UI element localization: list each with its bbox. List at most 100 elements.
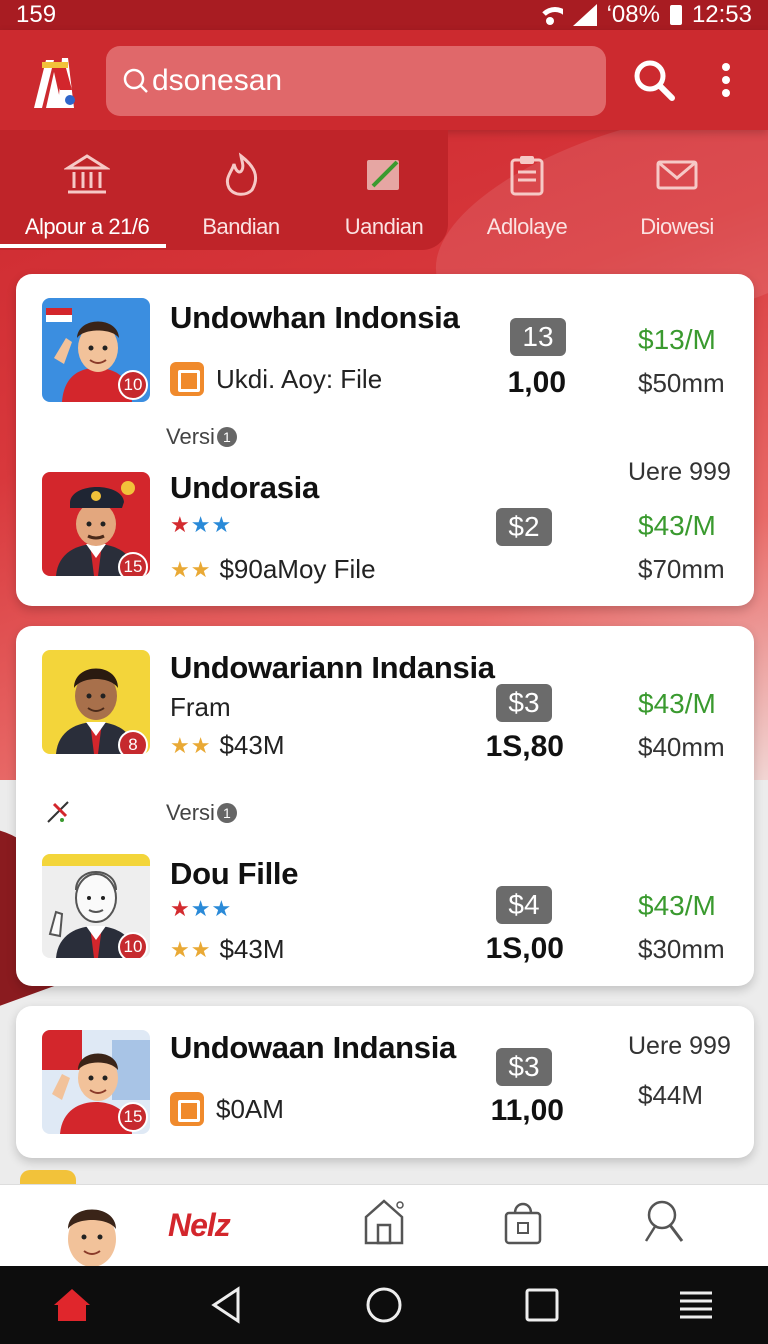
avatar-badge: 15 xyxy=(118,1102,148,1132)
recents-icon[interactable] xyxy=(522,1285,562,1325)
tab-uandian[interactable]: Uandian xyxy=(307,130,461,250)
star-rating: ★★★ xyxy=(170,896,233,921)
count-pill: $3 xyxy=(496,684,552,722)
home-icon[interactable] xyxy=(362,1197,406,1247)
subtitle-text: Ukdi. Aoy: File xyxy=(216,363,383,394)
count-pill: $2 xyxy=(496,508,552,546)
battery-icon xyxy=(669,5,682,25)
app-bar: dsonesan xyxy=(0,30,768,130)
app-subtitle: ★★ $90aMoy File xyxy=(170,554,376,585)
profile-avatar[interactable] xyxy=(62,1199,122,1267)
star-rating-gold: ★★ xyxy=(170,936,212,962)
price-green: $43/M xyxy=(638,688,716,719)
rating-stars: ★★★ xyxy=(170,512,240,538)
star-rating-gold: ★★ xyxy=(170,556,212,582)
active-tab-indicator xyxy=(0,244,166,248)
avatar: 15 xyxy=(42,472,150,576)
edit-icon xyxy=(367,160,399,190)
status-indicators: ‘08% 12:53 xyxy=(536,1,752,29)
price-gray: $40mm xyxy=(638,732,725,762)
app-subtitle: ★★ $43M xyxy=(170,730,285,761)
shopping-bag-icon[interactable] xyxy=(502,1197,544,1247)
flame-icon xyxy=(225,152,257,196)
list-item[interactable]: 15 Undowaan Indansia $0AM $3 11,00 Uere … xyxy=(16,1030,754,1140)
tab-diowesi[interactable]: Diowesi xyxy=(600,130,754,250)
price-gray: $70mm xyxy=(638,554,725,584)
system-nav-bar xyxy=(0,1266,768,1344)
file-icon xyxy=(170,1092,204,1126)
tab-label: Uandian xyxy=(344,214,424,239)
value-text: 1,00 xyxy=(507,366,566,399)
tab-alpoura[interactable]: Alpour a 21/6 xyxy=(10,130,164,250)
clipboard-icon xyxy=(510,156,544,196)
list-item[interactable]: 8 Undowariann Indansia Fram ★★ $43M $3 1… xyxy=(16,650,754,763)
home-icon[interactable] xyxy=(52,1285,92,1325)
list-item[interactable]: 15 Undorasia ★★★ ★★ $90aMoy File $2 Uere… xyxy=(16,458,754,586)
subtitle-text: $90aMoy File xyxy=(219,554,376,584)
search-input[interactable]: dsonesan xyxy=(106,46,606,116)
search-field-icon xyxy=(123,68,148,93)
app-card[interactable]: 10 Undowhan Indonsia Ukdi. Aoy: File 13 … xyxy=(16,274,754,606)
count-pill: 13 xyxy=(510,318,566,356)
app-title[interactable]: Undowariann Indansia xyxy=(170,650,495,686)
status-bar: 159 ‘08% 12:53 xyxy=(0,0,768,30)
app-title[interactable]: Dou Fille xyxy=(170,856,298,892)
count-pill: $3 xyxy=(496,1048,552,1086)
app-logo-icon[interactable] xyxy=(28,50,80,110)
file-icon xyxy=(170,362,204,396)
avatar: 8 xyxy=(42,650,150,754)
version-label: Versi 1 xyxy=(166,424,237,450)
subtitle-text: $43M xyxy=(219,730,285,760)
app-subtitle: Ukdi. Aoy: File xyxy=(170,362,382,396)
version-text: Versi xyxy=(166,800,215,825)
rating-stars: ★★★ xyxy=(170,896,240,922)
version-text: Versi xyxy=(166,424,215,449)
app-title[interactable]: Undorasia xyxy=(170,470,319,506)
more-vert-icon[interactable] xyxy=(712,60,740,100)
bottom-nav: Nelz xyxy=(0,1184,768,1267)
tab-label: Bandian xyxy=(202,214,280,239)
app-subtitle: ★★ $43M xyxy=(170,934,285,965)
price-green: $43/M xyxy=(638,890,716,921)
list-item[interactable]: 10 Dou Fille ★★★ ★★ $43M $4 1S,00 $43/M … xyxy=(16,854,754,970)
pin-icon xyxy=(47,801,69,823)
menu-icon[interactable] xyxy=(676,1285,716,1325)
right-label: Uere 999 xyxy=(628,458,731,486)
avatar-badge: 15 xyxy=(118,552,148,576)
tab-label: Adlolaye xyxy=(486,214,568,239)
app-title[interactable]: Undowhan Indonsia xyxy=(170,300,460,336)
tab-adlolaye[interactable]: Adlolaye xyxy=(450,130,604,250)
circle-home-icon[interactable] xyxy=(364,1285,404,1325)
app-subtitle: $0AM xyxy=(170,1092,284,1126)
subtitle-text: $43M xyxy=(219,934,285,964)
price-gray: $30mm xyxy=(638,934,725,964)
star-rating: ★★★ xyxy=(170,512,233,537)
avatar-badge: 10 xyxy=(118,370,148,400)
app-title[interactable]: Undowaan Indansia xyxy=(170,1030,456,1066)
app-subtitle-top: Fram xyxy=(170,692,231,722)
app-card[interactable]: 15 Undowaan Indansia $0AM $3 11,00 Uere … xyxy=(16,1006,754,1158)
star-rating-gold: ★★ xyxy=(170,732,212,758)
count-pill: $4 xyxy=(496,886,552,924)
back-icon[interactable] xyxy=(208,1285,248,1325)
avatar: 15 xyxy=(42,1030,150,1134)
value-text: 1S,00 xyxy=(485,932,564,965)
avatar-badge: 10 xyxy=(118,932,148,958)
app-card[interactable]: 8 Undowariann Indansia Fram ★★ $43M $3 1… xyxy=(16,626,754,986)
search-icon[interactable] xyxy=(632,58,676,102)
search-icon[interactable] xyxy=(642,1197,686,1245)
avatar: 10 xyxy=(42,854,150,958)
tab-label: Diowesi xyxy=(640,214,714,239)
category-tabs: Alpour a 21/6 Bandian Uandian Adlolaye D… xyxy=(0,130,768,250)
status-left-text: 159 xyxy=(16,1,57,28)
search-value: dsonesan xyxy=(152,64,283,97)
status-time: 12:53 xyxy=(691,1,752,28)
tab-bandian[interactable]: Bandian xyxy=(164,130,318,250)
battery-percent: ‘08% xyxy=(606,1,660,28)
signal-icon xyxy=(572,4,597,26)
brand-logo[interactable]: Nelz xyxy=(168,1207,231,1267)
version-number: 1 xyxy=(216,803,237,823)
list-item[interactable]: 10 Undowhan Indonsia Ukdi. Aoy: File 13 … xyxy=(16,298,754,408)
price-gray: $44M xyxy=(638,1080,704,1110)
tab-label: Alpour a 21/6 xyxy=(24,214,150,239)
